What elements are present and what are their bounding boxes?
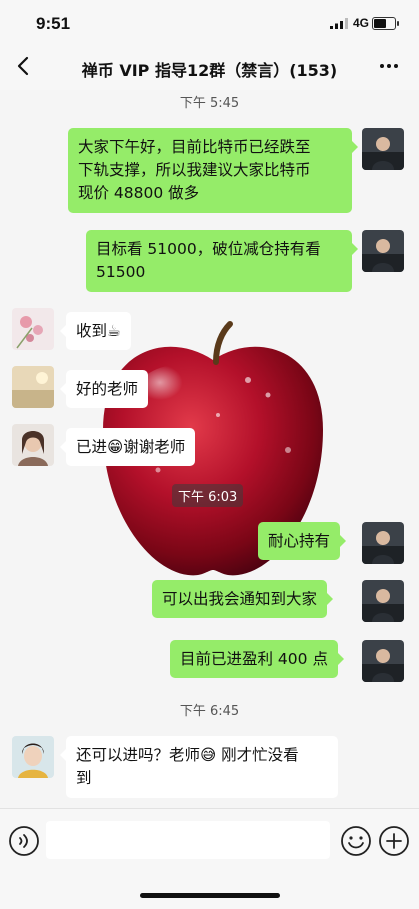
message-text: 好的老师 [76, 380, 139, 398]
status-time: 9:51 [36, 14, 71, 33]
message-line: 现价 48800 做多 [78, 184, 200, 202]
message-bubble-sent[interactable]: 大家下午好，目前比特币已经跌至 下轨支撑，所以我建议大家比特币 现价 48800… [68, 128, 358, 213]
avatar-member[interactable] [12, 308, 54, 350]
emoji-icon[interactable] [340, 825, 372, 857]
message-text: 耐心持有 [268, 532, 331, 550]
battery-icon [372, 17, 399, 30]
message-text: 目前已进盈利 400 点 [180, 650, 328, 668]
status-bar: 9:51 4G [0, 0, 419, 44]
avatar-self[interactable] [362, 640, 404, 682]
message-text: 还可以进吗？老师 [76, 746, 201, 764]
message-bubble-received[interactable]: 已进😁谢谢老师 [59, 428, 196, 466]
message-bubble-sent[interactable]: 耐心持有 [258, 522, 347, 560]
message-text: 已进 [76, 438, 108, 456]
message-line: 下轨支撑，所以我建议大家比特币 [78, 161, 311, 179]
message-bubble-sent[interactable]: 目标看 51000，破位减仓持有看 51500 [86, 230, 358, 292]
input-bar [0, 808, 419, 909]
message-bubble-sent[interactable]: 可以出我会通知到大家 [152, 580, 334, 618]
sweat-smile-icon: 😅 [200, 746, 217, 764]
message-line: 51500 [96, 263, 146, 281]
message-bubble-sent[interactable]: 目前已进盈利 400 点 [170, 640, 344, 678]
voice-icon[interactable] [8, 825, 40, 857]
message-text: 可以出我会通知到大家 [162, 590, 318, 608]
plus-icon[interactable] [378, 825, 410, 857]
chat-title: 禅币 VIP 指导12群（禁言）(153) [81, 61, 338, 80]
message-bubble-received[interactable]: 还可以进吗？老师😅 刚才忙没看 到 [60, 736, 338, 798]
timestamp: 下午 6:03 [172, 484, 244, 507]
message-bubble-received[interactable]: 好的老师 [59, 370, 149, 408]
message-bubble-received[interactable]: 收到☕ [60, 312, 131, 350]
chat-area[interactable]: 下午 5:45 大家下午好，目前比特币已经跌至 下轨支撑，所以我建议大家比特币 … [0, 90, 419, 808]
timestamp: 下午 6:45 [179, 704, 240, 719]
avatar-self[interactable] [362, 580, 404, 622]
avatar-member[interactable] [12, 424, 54, 466]
message-text: 刚才忙没看 [221, 746, 299, 764]
chat-header: 禅币 VIP 指导12群（禁言）(153) [0, 44, 419, 91]
avatar-self[interactable] [362, 522, 404, 564]
message-line: 到 [76, 769, 92, 787]
message-text: 收到 [76, 322, 108, 340]
message-line: 大家下午好，目前比特币已经跌至 [78, 138, 311, 156]
coffee-icon: ☕ [107, 322, 121, 340]
message-line: 目标看 51000，破位减仓持有看 [96, 240, 321, 258]
more-options-icon[interactable] [377, 54, 401, 78]
message-input[interactable] [46, 821, 330, 859]
avatar-member[interactable] [12, 736, 54, 778]
avatar-self[interactable] [362, 230, 404, 272]
timestamp: 下午 5:45 [179, 96, 240, 111]
avatar-self[interactable] [362, 128, 404, 170]
network-type: 4G [353, 16, 370, 30]
grin-icon: 😁 [107, 438, 124, 456]
message-text: 谢谢老师 [123, 438, 186, 456]
home-indicator[interactable] [140, 893, 280, 898]
signal-icon [330, 18, 348, 29]
avatar-member[interactable] [12, 366, 54, 408]
